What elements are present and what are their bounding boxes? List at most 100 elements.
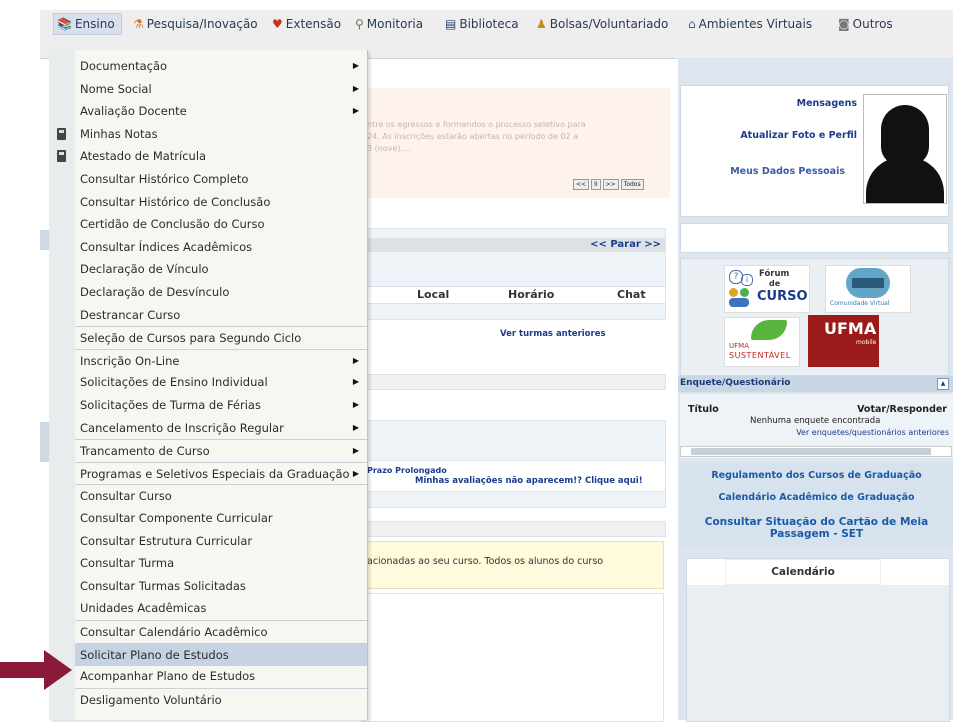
info-icon: i — [741, 274, 753, 286]
dropdown-item-label: Nome Social — [80, 82, 152, 96]
mensagens-link[interactable]: Mensagens — [681, 98, 857, 109]
forum-box — [362, 593, 664, 722]
horizontal-scrollbar[interactable] — [680, 446, 952, 457]
turmas-table-header: Local Horário Chat — [365, 286, 665, 304]
dropdown-item-label: Solicitar Plano de Estudos — [80, 648, 229, 662]
dropdown-item[interactable]: Inscrição On-Line ▶ — [75, 349, 367, 372]
dropdown-item[interactable]: Trancamento de Curso ▶ — [75, 439, 367, 462]
menu-ambientes[interactable]: ⌂ Ambientes Virtuais — [688, 14, 812, 34]
situacao-link[interactable]: Consultar Situação do Cartão de Meia Pas… — [700, 516, 933, 540]
collapse-icon[interactable]: ▲ — [937, 378, 949, 390]
dropdown-item[interactable]: Consultar Índices Acadêmicos — [75, 236, 367, 258]
dropdown-item-label: Consultar Curso — [80, 489, 172, 503]
forum-line1: Fórum — [759, 269, 790, 279]
dropdown-item[interactable]: Declaração de Desvínculo — [75, 281, 367, 303]
forum-banner[interactable]: ? i Fórum de CURSO — [724, 265, 810, 313]
dropdown-item[interactable]: Minhas Notas — [75, 123, 367, 145]
comunidade-label: Comunidade Virtual — [830, 300, 890, 307]
dropdown-item-label: Consultar Calendário Acadêmico — [80, 625, 268, 639]
submenu-arrow-icon: ▶ — [352, 400, 359, 409]
dropdown-item[interactable]: Cancelamento de Inscrição Regular ▶ — [75, 417, 367, 439]
dropdown-item-label: Consultar Índices Acadêmicos — [80, 240, 253, 254]
enquete-anteriores-link[interactable]: Ver enquetes/questionários anteriores — [796, 428, 949, 437]
dropdown-item[interactable]: Programas e Seletivos Especiais da Gradu… — [75, 462, 367, 485]
forum-line2: de — [769, 279, 781, 288]
dropdown-item-label: Consultar Turmas Solicitadas — [80, 579, 246, 593]
regulamento-link[interactable]: Regulamento dos Cursos de Graduação — [680, 470, 953, 481]
dropdown-item[interactable]: Atestado de Matrícula — [75, 145, 367, 167]
dropdown-item[interactable]: Solicitar Plano de Estudos — [75, 643, 367, 666]
calendario-link[interactable]: Calendário Acadêmico de Graduação — [680, 492, 953, 503]
menu-pesquisa[interactable]: ⚗ Pesquisa/Inovação — [133, 14, 258, 34]
dropdown-item[interactable]: Consultar Turmas Solicitadas — [75, 575, 367, 597]
atualizar-foto-link[interactable]: Atualizar Foto e Perfil — [681, 130, 857, 141]
dropdown-item-label: Declaração de Vínculo — [80, 262, 209, 276]
flask-icon: ⚗ — [133, 17, 144, 31]
dropdown-item-label: Avaliação Docente — [80, 104, 187, 118]
calendario-widget[interactable] — [687, 585, 949, 721]
col-chat: Chat — [617, 288, 646, 301]
right-sidebar: Mensagens Atualizar Foto e Perfil Meus D… — [678, 58, 953, 722]
ufma-mobile-banner[interactable]: UFMA mobile — [808, 315, 879, 367]
menu-outros[interactable]: ◙ Outros — [838, 14, 893, 34]
menu-monitoria[interactable]: ⚲ Monitoria — [355, 14, 423, 34]
menu-ensino[interactable]: 📚 Ensino — [53, 13, 122, 35]
dropdown-item[interactable]: Solicitações de Ensino Individual ▶ — [75, 371, 367, 393]
submenu-arrow-icon: ▶ — [352, 469, 359, 478]
dropdown-item[interactable]: Consultar Estrutura Curricular — [75, 530, 367, 552]
dropdown-item[interactable]: Consultar Calendário Acadêmico — [75, 620, 367, 643]
menu-label: Ambientes Virtuais — [698, 17, 813, 31]
dropdown-item[interactable]: Certidão de Conclusão do Curso — [75, 213, 367, 235]
pager-next[interactable]: >> — [602, 179, 619, 190]
dropdown-item-label: Solicitações de Ensino Individual — [80, 375, 268, 389]
links-box: Regulamento dos Cursos de Graduação Cale… — [680, 462, 953, 548]
dropdown-item[interactable]: Seleção de Cursos para Segundo Ciclo — [75, 326, 367, 349]
dropdown-item[interactable]: Consultar Histórico Completo — [75, 168, 367, 190]
dropdown-item[interactable]: Avaliação Docente ▶ — [75, 100, 367, 122]
globe-icon: ⌂ — [688, 17, 696, 31]
dropdown-item[interactable]: Consultar Histórico de Conclusão — [75, 191, 367, 213]
dropdown-item[interactable]: Consultar Curso — [75, 484, 367, 507]
dropdown-item[interactable]: Desligamento Voluntário — [75, 688, 367, 711]
menu-label: Monitoria — [366, 17, 424, 31]
dropdown-item[interactable]: Declaração de Vínculo — [75, 258, 367, 280]
dropdown-item-label: Destrancar Curso — [80, 308, 181, 322]
dropdown-item[interactable]: Nome Social ▶ — [75, 78, 367, 100]
pager-pause[interactable]: II — [591, 179, 601, 190]
avaliacoes-link[interactable]: Minhas avaliações não aparecem!? Clique … — [415, 476, 643, 486]
enquete-none: Nenhuma enquete encontrada — [750, 416, 881, 426]
dropdown-item-label: Unidades Acadêmicas — [80, 601, 207, 615]
dropdown-item-label: Consultar Histórico Completo — [80, 172, 249, 186]
dropdown-item-label: Atestado de Matrícula — [80, 149, 207, 163]
dropdown-item-label: Trancamento de Curso — [80, 444, 210, 458]
dropdown-item[interactable]: Consultar Turma — [75, 552, 367, 574]
profile-box: Mensagens Atualizar Foto e Perfil Meus D… — [680, 85, 949, 217]
pager-first[interactable]: << — [573, 179, 590, 190]
menu-biblioteca[interactable]: ▤ Biblioteca — [445, 14, 519, 34]
submenu-arrow-icon: ▶ — [352, 446, 359, 455]
monitor-icon: ⚲ — [355, 17, 364, 31]
parar-link[interactable]: << Parar >> — [590, 239, 661, 250]
submenu-arrow-icon: ▶ — [352, 61, 359, 70]
dropdown-item-label: Cancelamento de Inscrição Regular — [80, 421, 284, 435]
dropdown-item[interactable]: Destrancar Curso — [75, 304, 367, 326]
enquete-col-votar: Votar/Responder — [857, 404, 947, 415]
ufma-sustentavel-banner[interactable]: UFMA SUSTENTÁVEL — [724, 317, 800, 367]
menu-bolsas[interactable]: ♟ Bolsas/Voluntariado — [536, 14, 668, 34]
ver-turmas-link[interactable]: Ver turmas anteriores — [500, 329, 606, 339]
menu-label: Outros — [852, 17, 893, 31]
notice-line: 3 (nove).... — [367, 144, 411, 153]
scrollbar-thumb[interactable] — [691, 448, 931, 455]
dropdown-item[interactable]: Solicitações de Turma de Férias ▶ — [75, 394, 367, 416]
notice-line: ntre os egressos e formandos o processo … — [367, 120, 586, 129]
dropdown-item[interactable]: Acompanhar Plano de Estudos — [75, 665, 367, 687]
dropdown-item-label: Acompanhar Plano de Estudos — [80, 669, 256, 683]
comunidade-banner[interactable]: Comunidade Virtual — [825, 265, 911, 313]
dropdown-item[interactable]: Unidades Acadêmicas — [75, 597, 367, 619]
meus-dados-link[interactable]: Meus Dados Pessoais — [681, 166, 845, 177]
dropdown-item-label: Consultar Turma — [80, 556, 175, 570]
dropdown-item[interactable]: Documentação ▶ — [75, 55, 367, 77]
dropdown-item[interactable]: Consultar Componente Curricular — [75, 507, 367, 529]
menu-extensao[interactable]: ♥ Extensão — [272, 14, 341, 34]
pager-all[interactable]: Todos — [620, 179, 644, 190]
